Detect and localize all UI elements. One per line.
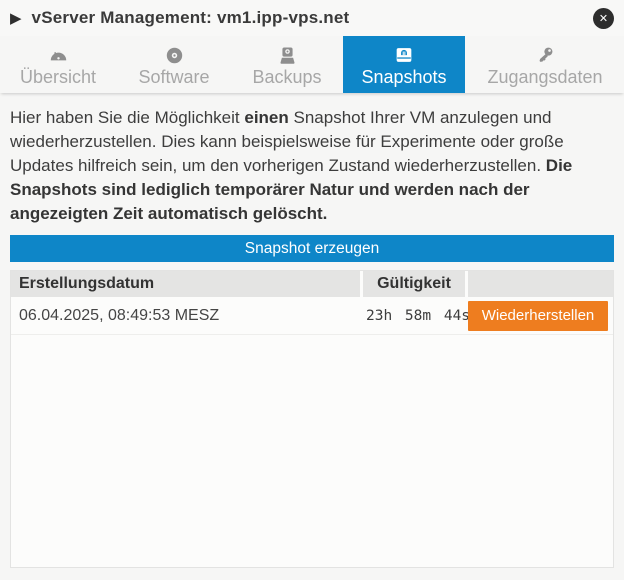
column-header-validity: Gültigkeit [363,271,465,297]
table-header-row: Erstellungsdatum Gültigkeit [11,271,613,297]
gauge-icon [48,44,69,66]
window-title: vServer Management: vm1.ipp-vps.net [32,8,350,28]
tab-uebersicht[interactable]: Übersicht [6,36,110,93]
description-text: Hier haben Sie die Möglichkeit einen Sna… [10,106,614,226]
snapshot-validity-countdown: 23h 58m 44s [366,308,468,324]
table-row: 06.04.2025, 08:49:53 MESZ 23h 58m 44s Wi… [11,297,613,335]
close-icon[interactable]: ✕ [593,8,614,29]
window-header: ▶ vServer Management: vm1.ipp-vps.net ✕ [0,0,624,36]
snapshot-action-cell: Wiederherstellen [468,301,613,331]
snapshot-icon [393,44,415,66]
tab-label: Backups [252,67,321,88]
column-header-created: Erstellungsdatum [11,271,360,297]
tab-label: Software [138,67,209,88]
restore-button[interactable]: Wiederherstellen [468,301,608,331]
description-bold-1: einen [244,108,288,127]
tab-label: Zugangsdaten [487,67,602,88]
key-icon [535,44,556,66]
disc-icon [164,44,185,66]
tab-software[interactable]: Software [122,36,226,93]
snapshot-table: Erstellungsdatum Gültigkeit 06.04.2025, … [10,270,614,568]
play-icon: ▶ [10,11,22,26]
snapshot-created-date: 06.04.2025, 08:49:53 MESZ [11,307,366,325]
create-snapshot-button[interactable]: Snapshot erzeugen [10,235,614,262]
tab-snapshots[interactable]: Snapshots [343,36,465,93]
description-part-1: Hier haben Sie die Möglichkeit [10,108,244,127]
tab-backups[interactable]: Backups [235,36,339,93]
snapshots-panel: Hier haben Sie die Möglichkeit einen Sna… [0,93,624,580]
tab-label: Snapshots [361,67,446,88]
tab-label: Übersicht [20,67,96,88]
backup-icon [277,44,298,66]
tab-zugangsdaten[interactable]: Zugangsdaten [466,36,624,93]
tab-bar: Übersicht Software Backups [0,36,624,93]
column-header-action [468,271,613,297]
